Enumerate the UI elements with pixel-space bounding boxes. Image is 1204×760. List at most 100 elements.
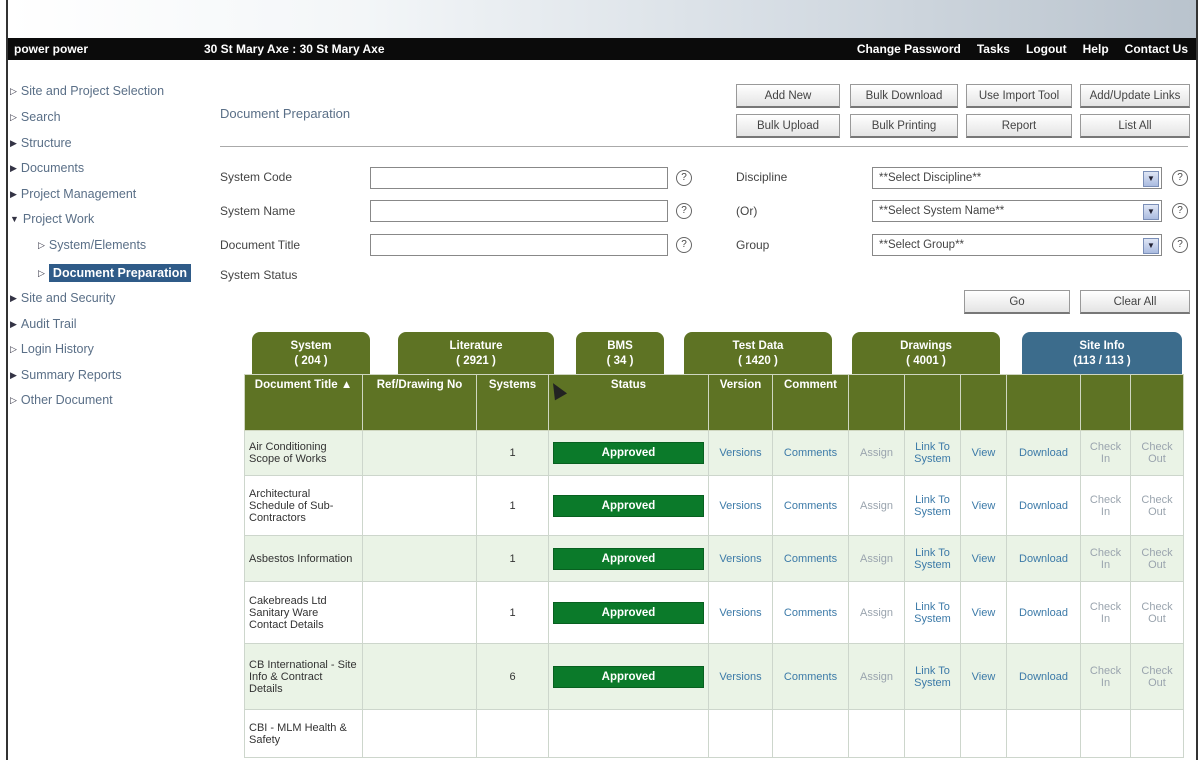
versions-link[interactable]: Versions [708, 475, 773, 536]
comments-link[interactable]: Comments [772, 430, 849, 476]
top-banner [8, 0, 1196, 38]
status-badge: Approved [553, 442, 704, 464]
tasks-link[interactable]: Tasks [977, 42, 1010, 56]
document-title-input[interactable] [370, 234, 668, 256]
systems-cell: 6 [476, 643, 549, 710]
table-row: Air Conditioning Scope of Works 1 Approv… [244, 430, 1184, 476]
assign-link: Assign [848, 430, 905, 476]
tab-literature[interactable]: Literature( 2921 ) [398, 332, 554, 378]
versions-link[interactable]: Versions [708, 643, 773, 710]
col-systems[interactable]: Systems [476, 374, 549, 431]
tab-test-data[interactable]: Test Data( 1420 ) [684, 332, 832, 378]
group-select[interactable]: **Select Group** ▼ [872, 234, 1162, 256]
sidebar-item-audit-trail[interactable]: ▶ Audit Trail [10, 317, 77, 331]
sidebar-item-document-preparation[interactable]: ▷ Document Preparation [38, 264, 191, 282]
sidebar-item-system-elements[interactable]: ▷ System/Elements [38, 238, 146, 252]
help-icon[interactable]: ? [676, 237, 692, 253]
download-cell [1006, 709, 1081, 758]
download-link[interactable]: Download [1006, 430, 1081, 476]
sidebar-item-site-and-security[interactable]: ▶ Site and Security [10, 291, 115, 305]
doc-title-cell: Architectural Schedule of Sub-Contractor… [244, 475, 363, 536]
comments-link[interactable]: Comments [772, 643, 849, 710]
tab-bms[interactable]: BMS( 34 ) [576, 332, 664, 378]
assign-link: Assign [848, 581, 905, 644]
assign-cell [848, 709, 905, 758]
doc-title-cell: Cakebreads Ltd Sanitary Ware Contact Det… [244, 581, 363, 644]
sidebar-item-structure[interactable]: ▶ Structure [10, 136, 72, 150]
view-link[interactable]: View [960, 643, 1007, 710]
link-to-system-link[interactable]: Link To System [904, 535, 961, 582]
add-update-links-button[interactable]: Add/Update Links [1080, 84, 1190, 108]
col-document-title[interactable]: Document Title ▲ [244, 374, 363, 431]
status-cell: Approved [548, 535, 709, 582]
sidebar-item-site-project-selection[interactable]: ▷ Site and Project Selection [10, 84, 164, 98]
discipline-select[interactable]: **Select Discipline** ▼ [872, 167, 1162, 189]
help-icon[interactable]: ? [1172, 170, 1188, 186]
sidebar-item-summary-reports[interactable]: ▶ Summary Reports [10, 368, 122, 382]
help-icon[interactable]: ? [1172, 237, 1188, 253]
sort-asc-icon: ▲ [340, 379, 353, 391]
col-version: Version [708, 374, 773, 431]
assign-link: Assign [848, 475, 905, 536]
col-status[interactable]: Status [548, 374, 709, 431]
download-link[interactable]: Download [1006, 535, 1081, 582]
sidebar: ▷ Site and Project Selection ▷ Search ▶ Str… [8, 64, 208, 760]
view-link[interactable]: View [960, 581, 1007, 644]
tab-site-info[interactable]: Site Info (113 / 113 ) [1022, 332, 1182, 378]
table-row: Cakebreads Ltd Sanitary Ware Contact Det… [244, 581, 1184, 644]
tab-drawings[interactable]: Drawings( 4001 ) [852, 332, 1000, 378]
view-link[interactable]: View [960, 430, 1007, 476]
download-link[interactable]: Download [1006, 581, 1081, 644]
sidebar-item-other-document[interactable]: ▷ Other Document [10, 393, 113, 407]
link-to-system-link[interactable]: Link To System [904, 581, 961, 644]
systems-cell: 1 [476, 430, 549, 476]
triangle-right-outline-icon: ▷ [38, 239, 45, 250]
bulk-printing-button[interactable]: Bulk Printing [850, 114, 958, 138]
comments-link[interactable]: Comments [772, 535, 849, 582]
view-link[interactable]: View [960, 475, 1007, 536]
go-button[interactable]: Go [964, 290, 1070, 314]
system-name-input[interactable] [370, 200, 668, 222]
link-to-system-link[interactable]: Link To System [904, 430, 961, 476]
comments-link[interactable]: Comments [772, 475, 849, 536]
bulk-download-button[interactable]: Bulk Download [850, 84, 958, 108]
system-name-select[interactable]: **Select System Name** ▼ [872, 200, 1162, 222]
triangle-right-icon: ▶ [10, 137, 17, 148]
add-new-button[interactable]: Add New [736, 84, 840, 108]
download-link[interactable]: Download [1006, 643, 1081, 710]
logout-link[interactable]: Logout [1026, 42, 1067, 56]
change-password-link[interactable]: Change Password [857, 42, 961, 56]
divider [220, 146, 1188, 147]
versions-link[interactable]: Versions [708, 430, 773, 476]
main-content: Document Preparation Add New Bulk Downlo… [208, 64, 1196, 760]
help-icon[interactable]: ? [676, 170, 692, 186]
comments-link[interactable]: Comments [772, 581, 849, 644]
use-import-tool-button[interactable]: Use Import Tool [966, 84, 1072, 108]
help-link[interactable]: Help [1083, 42, 1109, 56]
report-button[interactable]: Report [966, 114, 1072, 138]
chevron-down-icon: ▼ [1143, 204, 1159, 220]
site-name: 30 St Mary Axe : 30 St Mary Axe [204, 42, 385, 56]
sidebar-item-documents[interactable]: ▶ Documents [10, 161, 84, 175]
assign-link: Assign [848, 643, 905, 710]
link-to-system-link[interactable]: Link To System [904, 643, 961, 710]
tab-system[interactable]: System( 204 ) [252, 332, 370, 378]
help-icon[interactable]: ? [1172, 203, 1188, 219]
link-to-system-link[interactable]: Link To System [904, 475, 961, 536]
bulk-upload-button[interactable]: Bulk Upload [736, 114, 840, 138]
sidebar-item-project-work[interactable]: ▼ Project Work [10, 212, 94, 226]
sidebar-item-project-management[interactable]: ▶ Project Management [10, 187, 136, 201]
versions-link[interactable]: Versions [708, 535, 773, 582]
system-code-input[interactable] [370, 167, 668, 189]
versions-link[interactable]: Versions [708, 581, 773, 644]
sidebar-item-login-history[interactable]: ▷ Login History [10, 342, 94, 356]
clear-all-button[interactable]: Clear All [1080, 290, 1190, 314]
download-link[interactable]: Download [1006, 475, 1081, 536]
list-all-button[interactable]: List All [1080, 114, 1190, 138]
document-title-label: Document Title [220, 238, 301, 252]
help-icon[interactable]: ? [676, 203, 692, 219]
contact-us-link[interactable]: Contact Us [1125, 42, 1188, 56]
view-link[interactable]: View [960, 535, 1007, 582]
col-ref-drawing-no[interactable]: Ref/Drawing No [362, 374, 477, 431]
sidebar-item-search[interactable]: ▷ Search [10, 110, 61, 124]
